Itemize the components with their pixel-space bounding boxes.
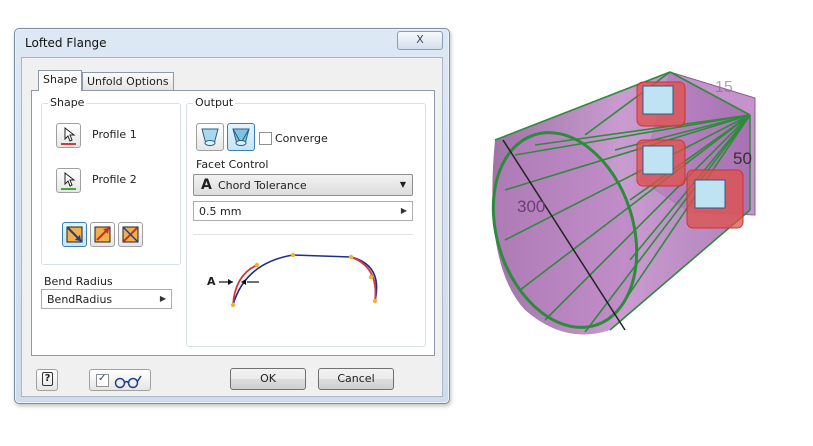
close-icon: X: [416, 33, 424, 46]
lofted-flange-dialog: Lofted Flange X Shape Unfold Options Sha…: [14, 28, 450, 404]
ok-button[interactable]: OK: [230, 368, 306, 390]
glasses-icon: [114, 375, 142, 389]
profile-2-label: Profile 2: [92, 173, 137, 186]
preview-checkbox[interactable]: [96, 373, 109, 387]
shape-group-label: Shape: [48, 96, 87, 109]
converge-checkbox[interactable]: [259, 132, 272, 145]
model-viewport[interactable]: 300 50 15: [465, 40, 805, 400]
tab-shape[interactable]: Shape: [38, 70, 83, 91]
dialog-client: Shape Unfold Options Shape Profile 1 Pro…: [21, 57, 443, 397]
preview-label: A: [207, 275, 216, 288]
close-button[interactable]: X: [397, 31, 443, 50]
shape-tab-panel: Shape Profile 1 Profile 2 Bend Radius Be…: [31, 90, 435, 356]
facet-control-dropdown[interactable]: A Chord Tolerance ▼: [193, 174, 413, 196]
flip-side-button-1[interactable]: [62, 222, 87, 247]
output-facet-button[interactable]: [227, 123, 255, 151]
cancel-button[interactable]: Cancel: [318, 368, 394, 390]
tab-shape-label: Shape: [43, 73, 78, 86]
output-group: Output Converge Facet Control A Chord To…: [186, 96, 426, 347]
flip-side-button-3[interactable]: [118, 222, 143, 247]
facet-control-value: Chord Tolerance: [218, 179, 307, 192]
output-smooth-button[interactable]: [196, 123, 224, 151]
flange-direction-icon: [66, 226, 83, 243]
output-group-label: Output: [193, 96, 236, 109]
tolerance-value: 0.5 mm: [199, 205, 242, 218]
dimension-50[interactable]: 50: [733, 149, 752, 168]
flange-direction-icon: [122, 226, 139, 243]
profile-2-button[interactable]: [56, 168, 81, 193]
lofted-smooth-icon: [201, 128, 219, 146]
help-icon: ?: [42, 372, 53, 386]
flyout-arrow-icon[interactable]: ▶: [160, 294, 166, 303]
shape-group: Shape Profile 1 Profile 2: [41, 96, 181, 265]
tab-unfold-options[interactable]: Unfold Options: [82, 72, 174, 90]
flip-side-button-2[interactable]: [90, 222, 115, 247]
bend-radius-label: Bend Radius: [44, 275, 113, 288]
dialog-title: Lofted Flange: [25, 36, 107, 50]
dimension-300[interactable]: 300: [517, 197, 545, 216]
flyout-arrow-icon[interactable]: ▶: [401, 206, 407, 215]
tolerance-field[interactable]: 0.5 mm ▶: [193, 201, 413, 221]
select-arrow-icon: [61, 126, 76, 145]
profile-1-button[interactable]: [56, 123, 81, 148]
lofted-flange-model[interactable]: 300 50 15: [465, 40, 805, 400]
facet-preview: A: [193, 234, 413, 313]
dimension-partial[interactable]: 15: [715, 79, 733, 96]
flange-direction-icon: [94, 226, 111, 243]
tab-unfold-options-label: Unfold Options: [87, 75, 169, 88]
select-arrow-icon: [61, 171, 76, 190]
bend-radius-value: BendRadius: [47, 293, 113, 306]
help-button[interactable]: ?: [36, 369, 58, 391]
preview-toggle[interactable]: [89, 369, 151, 391]
bend-radius-field[interactable]: BendRadius ▶: [41, 289, 172, 309]
chord-tolerance-diagram: [219, 252, 378, 308]
facet-control-label: Facet Control: [196, 158, 269, 171]
profile-1-label: Profile 1: [92, 128, 137, 141]
lofted-facet-icon: [232, 128, 250, 146]
chord-tolerance-icon: A: [201, 177, 212, 193]
chevron-down-icon: ▼: [399, 180, 406, 189]
converge-label: Converge: [275, 132, 328, 145]
title-bar[interactable]: Lofted Flange X: [15, 29, 449, 55]
